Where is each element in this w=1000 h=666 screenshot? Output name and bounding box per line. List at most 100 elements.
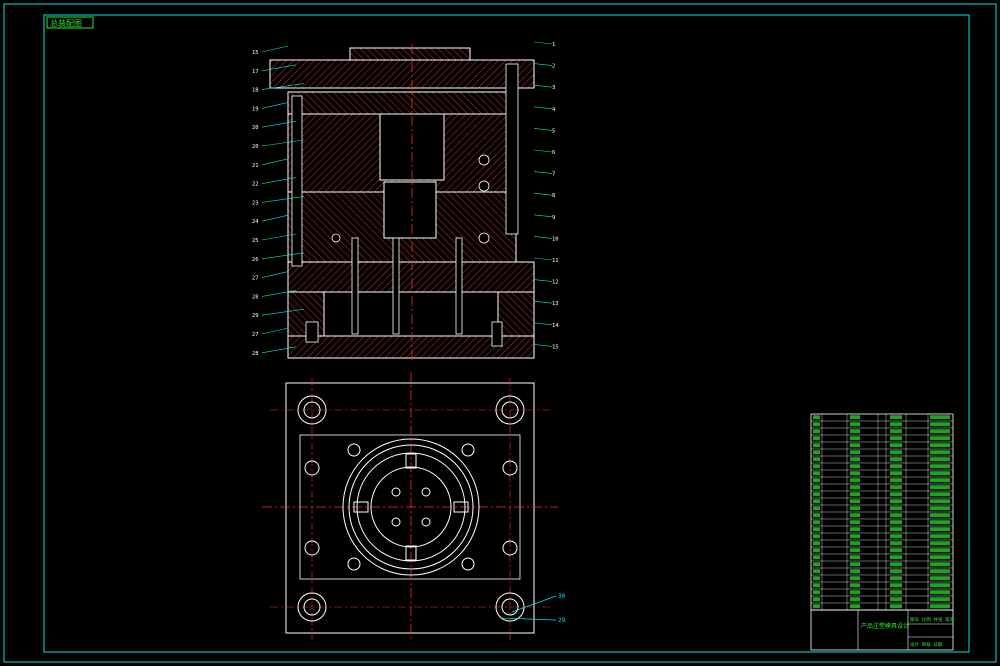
table-cell-mark: [890, 513, 902, 518]
corner-stamp-label: 总装配图: [50, 18, 82, 28]
right-label-12: 13: [552, 301, 559, 307]
left-leader-3: [261, 102, 289, 109]
table-cell-mark: [813, 506, 820, 511]
screw-bottom-left: [305, 321, 319, 343]
table-cell-mark: [813, 562, 820, 567]
right-leader-11: [533, 279, 553, 282]
table-cell-mark: [850, 513, 860, 518]
spacer-block-right: [497, 291, 535, 337]
table-cell-mark: [930, 506, 950, 511]
section-view: [269, 44, 535, 360]
left-label-2: 18: [252, 88, 259, 94]
table-cell-mark: [850, 450, 860, 455]
table-cell-mark: [813, 583, 820, 588]
table-cell-mark: [813, 443, 820, 448]
table-cell-mark: [813, 450, 820, 455]
table-cell-mark: [813, 415, 820, 420]
table-cell-mark: [813, 464, 820, 469]
table-cell-mark: [813, 604, 820, 609]
table-cell-mark: [930, 471, 950, 476]
ejector-pin-3: [455, 237, 463, 335]
left-label-5: 20: [252, 144, 259, 150]
right-leader-1: [533, 63, 553, 66]
support-plate: [287, 261, 535, 293]
left-label-15: 27: [252, 332, 259, 338]
table-cell-mark: [850, 436, 860, 441]
left-label-7: 22: [252, 182, 259, 188]
table-cell-mark: [890, 541, 902, 546]
left-label-8: 23: [252, 200, 259, 206]
table-cell-mark: [890, 527, 902, 532]
table-cell-mark: [850, 548, 860, 553]
table-cell-mark: [850, 415, 860, 420]
plan-view: 30 29: [262, 372, 566, 640]
right-label-4: 5: [552, 128, 555, 134]
table-cell-mark: [850, 478, 860, 483]
table-cell-mark: [850, 506, 860, 511]
table-cell-mark: [890, 478, 902, 483]
ejector-hole-4: [421, 517, 431, 527]
left-label-10: 25: [252, 238, 259, 244]
left-leader-6: [261, 158, 289, 166]
ejector-hole-3: [391, 517, 401, 527]
table-cell-mark: [813, 534, 820, 539]
right-label-7: 8: [552, 193, 555, 199]
table-cell-mark: [890, 457, 902, 462]
table-cell-mark: [930, 562, 950, 567]
screw-hole-6: [461, 443, 475, 457]
table-cell-mark: [930, 492, 950, 497]
left-label-14: 29: [252, 313, 259, 319]
table-cell-mark: [813, 492, 820, 497]
left-label-0: 15: [252, 50, 259, 56]
right-leader-5: [533, 149, 553, 153]
table-cell-mark: [930, 527, 950, 532]
ejector-pin-1: [351, 237, 359, 335]
left-label-12: 27: [252, 276, 259, 282]
right-leader-0: [533, 41, 553, 45]
table-cell-mark: [890, 450, 902, 455]
table-cell-mark: [890, 422, 902, 427]
table-cell-mark: [890, 443, 902, 448]
table-cell-mark: [850, 534, 860, 539]
table-cell-mark: [930, 429, 950, 434]
table-cell-mark: [890, 604, 902, 609]
parts-table: [810, 413, 954, 611]
table-cell-mark: [813, 520, 820, 525]
table-cell-mark: [930, 555, 950, 560]
table-cell-mark: [850, 583, 860, 588]
left-label-11: 26: [252, 257, 259, 263]
screw-hole-5: [347, 443, 361, 457]
table-cell-mark: [850, 555, 860, 560]
table-cell-mark: [890, 534, 902, 539]
table-cell-mark: [850, 576, 860, 581]
assembly-drawing: 总装配图 1517181920202122232425262728292728 …: [3, 3, 997, 663]
left-label-1: 17: [252, 69, 259, 75]
table-cell-mark: [890, 429, 902, 434]
left-label-9: 24: [252, 219, 259, 225]
right-leader-8: [533, 214, 553, 218]
title-block-row3: 设计 审核 日期: [910, 641, 943, 648]
table-cell-mark: [930, 534, 950, 539]
table-cell-mark: [890, 492, 902, 497]
table-cell-mark: [850, 604, 860, 609]
table-cell-mark: [850, 527, 860, 532]
right-leader-9: [533, 236, 553, 239]
table-cell-mark: [930, 485, 950, 490]
table-cell-mark: [930, 464, 950, 469]
table-cell-mark: [890, 499, 902, 504]
table-cell-mark: [930, 436, 950, 441]
right-label-10: 11: [552, 258, 559, 264]
screw-hole-8: [461, 557, 475, 571]
title-block: 产品注塑模具设计 图号 比例 共张 第张 设计 审核 日期: [810, 609, 955, 651]
table-cell-mark: [890, 485, 902, 490]
table-cell-mark: [890, 555, 902, 560]
left-label-3: 19: [252, 106, 259, 112]
right-label-8: 9: [552, 215, 555, 221]
table-cell-mark: [890, 590, 902, 595]
table-cell-mark: [930, 457, 950, 462]
right-leader-10: [533, 257, 553, 261]
locating-ring: [349, 47, 471, 61]
table-cell-mark: [813, 499, 820, 504]
table-cell-mark: [890, 471, 902, 476]
table-cell-mark: [850, 562, 860, 567]
